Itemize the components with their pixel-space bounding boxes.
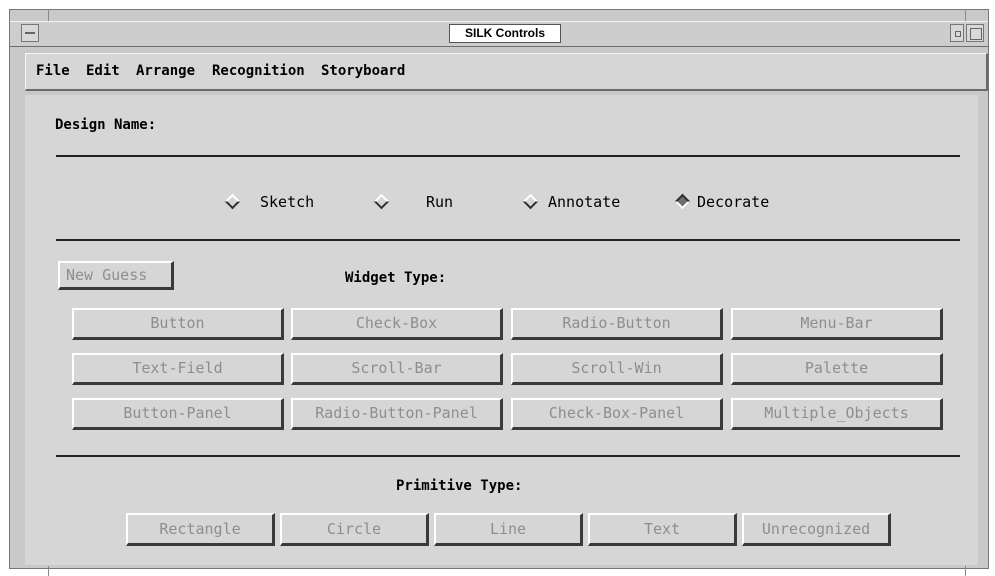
widget-type-label: Widget Type: xyxy=(345,270,447,286)
frame-notch-bottom-right xyxy=(965,566,966,576)
title-bar[interactable]: SILK Controls xyxy=(10,21,988,47)
minimize-icon[interactable] xyxy=(950,24,964,42)
widget-scroll-bar-button[interactable]: Scroll-Bar xyxy=(291,353,503,385)
widget-radio-button-panel-button[interactable]: Radio-Button-Panel xyxy=(291,398,503,430)
widget-palette-button[interactable]: Palette xyxy=(731,353,943,385)
primitive-type-label: Primitive Type: xyxy=(396,478,523,494)
primitive-text-button[interactable]: Text xyxy=(588,513,737,546)
widget-button-panel-button[interactable]: Button-Panel xyxy=(72,398,284,430)
widget-text-field-button[interactable]: Text-Field xyxy=(72,353,284,385)
divider-1 xyxy=(56,155,960,157)
widget-check-box-button[interactable]: Check-Box xyxy=(291,308,503,340)
radio-sketch-label: Sketch xyxy=(260,193,315,211)
radio-run[interactable]: Run xyxy=(373,191,464,215)
maximize-icon[interactable] xyxy=(966,24,984,42)
divider-3 xyxy=(56,455,960,457)
radio-sketch[interactable]: Sketch xyxy=(224,191,330,215)
frame-notch-top-right xyxy=(965,9,966,21)
widget-radio-button-button[interactable]: Radio-Button xyxy=(511,308,723,340)
primitive-unrecognized-button[interactable]: Unrecognized xyxy=(742,513,891,546)
window-title: SILK Controls xyxy=(449,24,561,43)
menu-file[interactable]: File xyxy=(36,63,70,79)
radio-annotate[interactable]: Annotate xyxy=(522,191,643,215)
widget-button-button[interactable]: Button xyxy=(72,308,284,340)
radio-annotate-label: Annotate xyxy=(548,193,621,211)
menu-edit[interactable]: Edit xyxy=(86,63,120,79)
design-name-label: Design Name: xyxy=(55,117,157,133)
radio-decorate[interactable]: Decorate xyxy=(674,191,795,215)
menu-recognition[interactable]: Recognition xyxy=(212,63,305,79)
widget-scroll-win-button[interactable]: Scroll-Win xyxy=(511,353,723,385)
radio-run-label: Run xyxy=(426,193,454,211)
widget-multiple-objects-button[interactable]: Multiple_Objects xyxy=(731,398,943,430)
radio-decorate-icon xyxy=(674,193,691,210)
new-guess-button[interactable]: New Guess xyxy=(58,261,174,290)
primitive-rectangle-button[interactable]: Rectangle xyxy=(126,513,275,546)
frame-notch-bottom-left xyxy=(48,566,49,576)
radio-sketch-icon xyxy=(224,193,241,210)
menu-arrange[interactable]: Arrange xyxy=(136,63,195,79)
divider-2 xyxy=(56,239,960,241)
radio-decorate-label: Decorate xyxy=(697,193,770,211)
frame-notch-top-left xyxy=(48,9,49,21)
radio-annotate-icon xyxy=(522,193,539,210)
menu-bar: File Edit Arrange Recognition Storyboard xyxy=(25,53,988,91)
primitive-circle-button[interactable]: Circle xyxy=(280,513,429,546)
primitive-line-button[interactable]: Line xyxy=(434,513,583,546)
radio-run-icon xyxy=(373,193,390,210)
widget-menu-bar-button[interactable]: Menu-Bar xyxy=(731,308,943,340)
menu-storyboard[interactable]: Storyboard xyxy=(321,63,405,79)
window-menu-icon[interactable] xyxy=(21,24,39,42)
widget-check-box-panel-button[interactable]: Check-Box-Panel xyxy=(511,398,723,430)
